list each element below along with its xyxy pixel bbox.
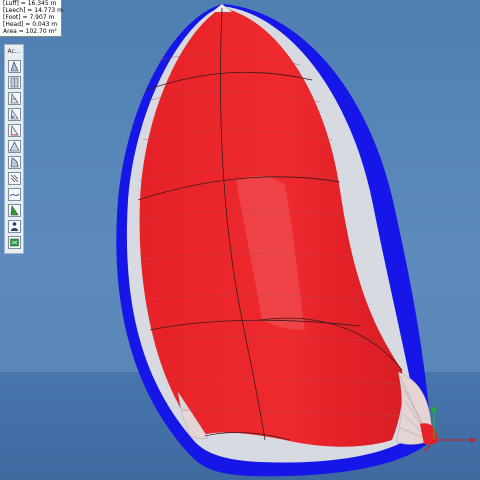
sail-seams-tool[interactable] — [7, 92, 21, 105]
sail-color-icon — [10, 205, 19, 216]
measurement-panel: [Luff] = 16.345 m [Leech] = 14.773 m [Fo… — [0, 0, 63, 37]
action-toolbar: Ac... — [4, 44, 24, 254]
sail-color-tool[interactable] — [7, 204, 21, 217]
foot-length: [Foot] = 7.907 m — [3, 14, 55, 21]
spinnaker-sail-model[interactable] — [0, 0, 480, 480]
sail-measure-tool[interactable] — [7, 124, 21, 137]
sail-patch-icon — [10, 109, 19, 120]
z-axis-line — [423, 439, 435, 453]
y-axis-arrow — [431, 406, 437, 411]
sail-wind-tool[interactable] — [7, 172, 21, 185]
luff-length: [Luff] = 16.345 m — [3, 0, 57, 7]
sail-person-icon — [10, 222, 18, 231]
sail-area: Area = 102.70 m² — [3, 28, 57, 35]
sail-export-icon — [9, 238, 19, 247]
head-length: [Head] = 0.043 m — [3, 21, 58, 28]
sail-triangle-icon — [9, 141, 19, 152]
sail-patch-tool[interactable] — [7, 108, 21, 121]
sail-shape-icon — [10, 157, 18, 168]
sail-outline-icon — [10, 61, 18, 72]
sail-shape-tool[interactable] — [7, 156, 21, 169]
sail-triangle-tool[interactable] — [7, 140, 21, 153]
sail-seams-icon — [10, 93, 19, 104]
sail-panels-icon — [10, 77, 18, 88]
toolbar-title: Ac... — [7, 48, 21, 55]
sail-curve-icon — [9, 193, 19, 197]
sail-curve-tool[interactable] — [7, 188, 21, 201]
sail-panels-tool[interactable] — [7, 76, 21, 89]
leech-length: [Leech] = 14.773 m — [3, 7, 63, 14]
sail-export-tool[interactable] — [7, 236, 21, 249]
sail-outline-tool[interactable] — [7, 60, 21, 73]
x-axis-arrow — [471, 437, 476, 443]
sail-measure-icon — [10, 125, 19, 136]
sail-person-tool[interactable] — [7, 220, 21, 233]
axis-gizmo — [423, 406, 476, 453]
sail-wind-icon — [10, 174, 18, 183]
3d-viewport[interactable] — [0, 0, 480, 480]
